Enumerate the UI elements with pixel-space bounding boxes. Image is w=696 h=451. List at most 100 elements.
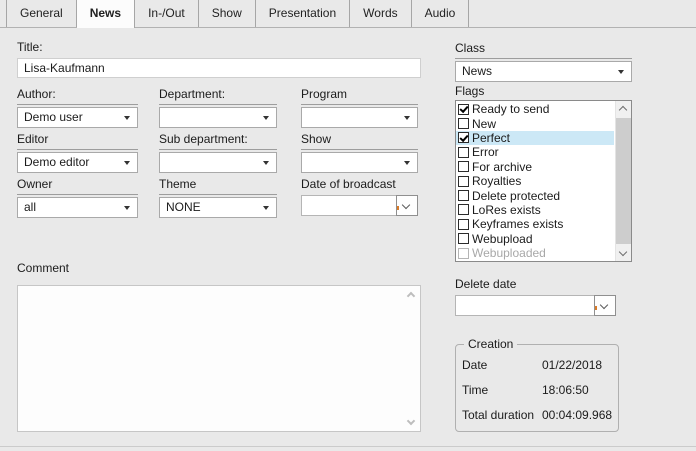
show-dropdown[interactable] bbox=[301, 152, 418, 173]
flags-scrollbar[interactable] bbox=[615, 101, 631, 261]
editor-label: Editor bbox=[17, 132, 138, 150]
tab-news[interactable]: News bbox=[77, 0, 135, 28]
checkbox-icon[interactable] bbox=[458, 104, 469, 115]
tab-bar: GeneralNewsIn-/OutShowPresentationWordsA… bbox=[0, 0, 696, 28]
flag-label: Delete protected bbox=[472, 189, 560, 203]
flag-item-lores-exists[interactable]: LoRes exists bbox=[456, 203, 614, 217]
creation-row-value: 01/22/2018 bbox=[542, 358, 602, 372]
flag-item-error[interactable]: Error bbox=[456, 145, 614, 159]
date-tick-mark bbox=[595, 306, 597, 310]
flag-label: Webuploaded bbox=[472, 246, 546, 260]
scroll-up-icon[interactable] bbox=[619, 106, 627, 114]
title-input[interactable] bbox=[17, 58, 421, 78]
creation-row-value: 00:04:09.968 bbox=[542, 408, 612, 422]
flags-rows: Ready to sendNewPerfectErrorFor archiveR… bbox=[456, 102, 614, 261]
tab-general[interactable]: General bbox=[6, 0, 77, 27]
program-field-group: Program bbox=[301, 87, 418, 128]
flag-label: Error bbox=[472, 145, 499, 159]
date-of-broadcast-label: Date of broadcast bbox=[301, 177, 418, 192]
flags-listbox[interactable]: Ready to sendNewPerfectErrorFor archiveR… bbox=[455, 100, 632, 262]
date-tick-mark bbox=[397, 206, 399, 210]
creation-row-total-duration: Total duration00:04:09.968 bbox=[462, 402, 612, 427]
date-dropdown-button[interactable] bbox=[396, 195, 418, 216]
creation-row-label: Total duration bbox=[462, 408, 542, 422]
creation-row-label: Time bbox=[462, 383, 542, 397]
owner-field-group: Owner all bbox=[17, 177, 138, 218]
tab-audio[interactable]: Audio bbox=[412, 0, 470, 27]
flag-item-delete-protected[interactable]: Delete protected bbox=[456, 188, 614, 202]
title-label: Title: bbox=[17, 40, 421, 55]
program-label: Program bbox=[301, 87, 418, 105]
checkbox-icon[interactable] bbox=[458, 161, 469, 172]
author-value: Demo user bbox=[24, 110, 83, 124]
delete-date-label: Delete date bbox=[455, 277, 616, 292]
flag-item-perfect[interactable]: Perfect bbox=[456, 131, 614, 145]
dropdown-arrow-icon bbox=[124, 116, 130, 120]
checkbox-icon[interactable] bbox=[458, 118, 469, 129]
tab-presentation[interactable]: Presentation bbox=[256, 0, 350, 27]
date-of-broadcast-field-group: Date of broadcast bbox=[301, 177, 418, 216]
theme-dropdown[interactable]: NONE bbox=[159, 197, 277, 218]
checkbox-icon[interactable] bbox=[458, 248, 469, 259]
flag-item-for-archive[interactable]: For archive bbox=[456, 160, 614, 174]
bottom-divider bbox=[0, 446, 696, 447]
owner-dropdown[interactable]: all bbox=[17, 197, 138, 218]
dropdown-arrow-icon bbox=[404, 116, 410, 120]
comment-textarea[interactable] bbox=[18, 286, 420, 431]
checkbox-icon[interactable] bbox=[458, 190, 469, 201]
tab-show[interactable]: Show bbox=[199, 0, 256, 27]
checkbox-icon[interactable] bbox=[458, 132, 469, 143]
dropdown-arrow-icon bbox=[124, 161, 130, 165]
editor-field-group: Editor Demo editor bbox=[17, 132, 138, 173]
flag-item-new[interactable]: New bbox=[456, 116, 614, 130]
owner-label: Owner bbox=[17, 177, 138, 195]
class-value: News bbox=[462, 64, 492, 78]
tab-in-out[interactable]: In-/Out bbox=[135, 0, 199, 27]
date-of-broadcast-picker[interactable] bbox=[301, 195, 418, 216]
editor-value: Demo editor bbox=[24, 155, 89, 169]
comment-field-group: Comment bbox=[17, 261, 421, 432]
flag-item-item[interactable] bbox=[456, 260, 614, 261]
class-dropdown[interactable]: News bbox=[455, 61, 632, 82]
scroll-down-icon[interactable] bbox=[619, 248, 627, 256]
dropdown-arrow-icon bbox=[404, 161, 410, 165]
flag-item-royalties[interactable]: Royalties bbox=[456, 174, 614, 188]
title-field-group: Title: bbox=[17, 40, 421, 78]
checkbox-icon[interactable] bbox=[458, 176, 469, 187]
flag-item-keyframes-exists[interactable]: Keyframes exists bbox=[456, 217, 614, 231]
theme-label: Theme bbox=[159, 177, 277, 195]
delete-date-picker[interactable] bbox=[455, 295, 616, 316]
flag-item-webuploaded[interactable]: Webuploaded bbox=[456, 246, 614, 260]
dropdown-arrow-icon bbox=[124, 206, 130, 210]
sub-department-dropdown[interactable] bbox=[159, 152, 277, 173]
flag-label: Keyframes exists bbox=[472, 217, 563, 231]
creation-row-value: 18:06:50 bbox=[542, 383, 589, 397]
flag-label: Ready to send bbox=[472, 102, 549, 116]
class-field-group: Class News bbox=[455, 41, 632, 82]
author-field-group: Author: Demo user bbox=[17, 87, 138, 128]
comment-box bbox=[17, 285, 421, 432]
creation-legend: Creation bbox=[464, 337, 517, 351]
chevron-down-icon bbox=[402, 201, 410, 209]
owner-value: all bbox=[24, 200, 36, 214]
checkbox-icon[interactable] bbox=[458, 204, 469, 215]
flag-item-webupload[interactable]: Webupload bbox=[456, 232, 614, 246]
checkbox-icon[interactable] bbox=[458, 233, 469, 244]
flag-label: Webupload bbox=[472, 232, 533, 246]
theme-field-group: Theme NONE bbox=[159, 177, 277, 218]
class-label: Class bbox=[455, 41, 632, 59]
creation-group: Creation Date01/22/2018Time18:06:50Total… bbox=[455, 337, 619, 432]
date-dropdown-button[interactable] bbox=[594, 295, 616, 316]
program-dropdown[interactable] bbox=[301, 107, 418, 128]
editor-dropdown[interactable]: Demo editor bbox=[17, 152, 138, 173]
scrollbar-thumb[interactable] bbox=[616, 118, 631, 244]
flag-label: Royalties bbox=[472, 174, 521, 188]
department-label: Department: bbox=[159, 87, 277, 105]
author-dropdown[interactable]: Demo user bbox=[17, 107, 138, 128]
tab-words[interactable]: Words bbox=[350, 0, 411, 27]
flag-item-ready-to-send[interactable]: Ready to send bbox=[456, 102, 614, 116]
author-label: Author: bbox=[17, 87, 138, 105]
checkbox-icon[interactable] bbox=[458, 219, 469, 230]
department-dropdown[interactable] bbox=[159, 107, 277, 128]
checkbox-icon[interactable] bbox=[458, 147, 469, 158]
